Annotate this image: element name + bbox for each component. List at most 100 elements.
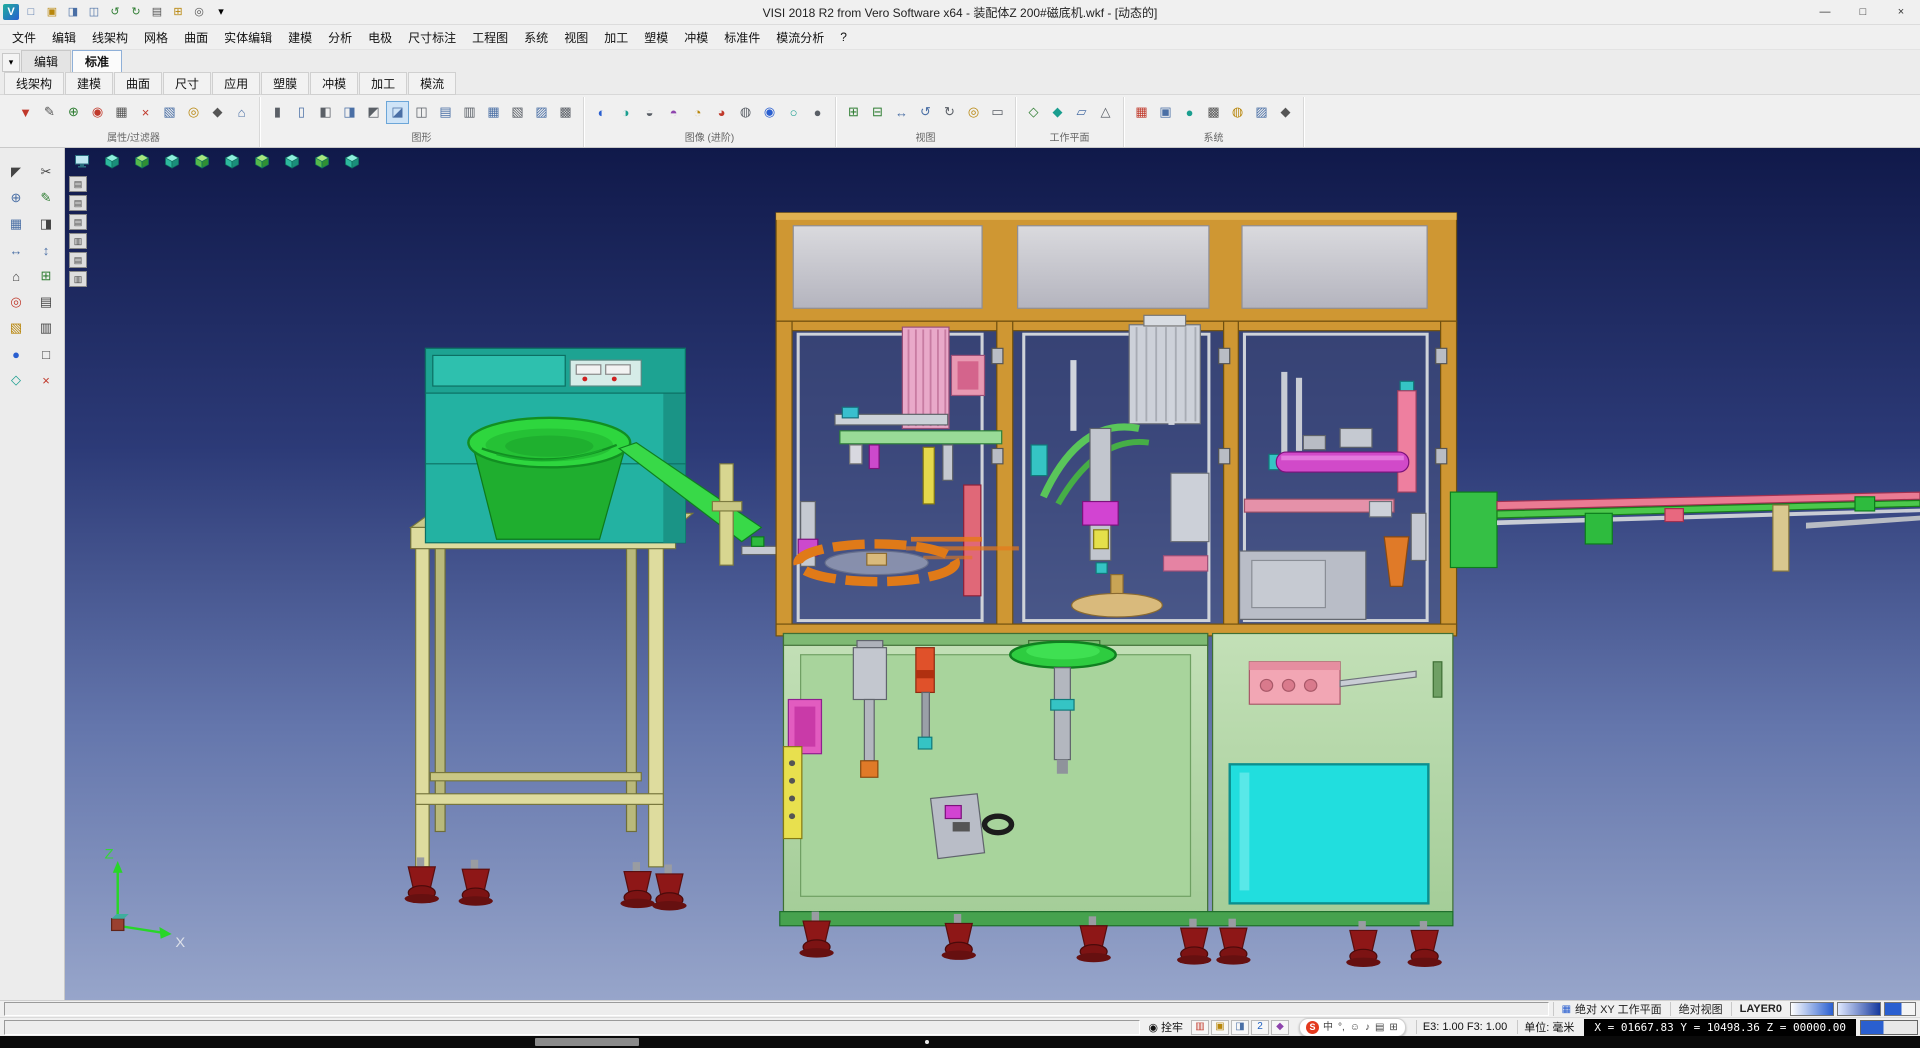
workplane-indicator[interactable]: ▦ 绝对 XY 工作平面 bbox=[1553, 1002, 1670, 1016]
wireframe-mode-icon[interactable]: ◐ bbox=[590, 101, 613, 124]
options-icon[interactable]: ◎ bbox=[189, 2, 209, 22]
show-groups-icon[interactable]: ▥ bbox=[458, 101, 481, 124]
move-h-icon[interactable]: ↔ bbox=[3, 238, 29, 262]
trim-icon[interactable]: ✂ bbox=[33, 160, 59, 184]
show-surfaces-icon[interactable]: ◩ bbox=[362, 101, 385, 124]
open-file-icon[interactable]: ▣ bbox=[42, 2, 62, 22]
background-icon[interactable]: ◉ bbox=[758, 101, 781, 124]
filter-all-icon[interactable]: ⌂ bbox=[230, 101, 253, 124]
menu-item[interactable]: 编辑 bbox=[44, 26, 84, 49]
hatch-icon[interactable]: ▧ bbox=[3, 316, 29, 340]
target-icon[interactable]: ◎ bbox=[3, 290, 29, 314]
rotate-view-icon[interactable]: ↺ bbox=[914, 101, 937, 124]
point-icon[interactable]: ● bbox=[3, 342, 29, 366]
menu-item[interactable]: ? bbox=[832, 27, 855, 47]
transparency-icon[interactable]: ◓ bbox=[662, 101, 685, 124]
category-tab[interactable]: 尺寸 bbox=[163, 72, 211, 95]
menu-item[interactable]: 冲模 bbox=[676, 26, 716, 49]
filter-clear-icon[interactable]: × bbox=[134, 101, 157, 124]
attribute-select-icon[interactable]: ▼ bbox=[14, 101, 37, 124]
tab-dropdown-icon[interactable]: ▾ bbox=[2, 53, 20, 72]
show-all-icon[interactable]: ▩ bbox=[554, 101, 577, 124]
shadow-icon[interactable]: ◍ bbox=[734, 101, 757, 124]
attribute-paint-icon[interactable]: ◉ bbox=[86, 101, 109, 124]
diamond-icon[interactable]: ◇ bbox=[3, 368, 29, 392]
grid-settings-icon[interactable]: ▩ bbox=[1202, 101, 1225, 124]
view-top-icon[interactable] bbox=[249, 150, 275, 172]
ime-toolbox-icon[interactable]: ⊞ bbox=[1388, 1021, 1398, 1034]
color-ramp-swatch-1[interactable] bbox=[1790, 1002, 1834, 1016]
category-tab[interactable]: 模流 bbox=[408, 72, 456, 95]
render-icon[interactable]: ● bbox=[806, 101, 829, 124]
menu-item[interactable]: 塑模 bbox=[636, 26, 676, 49]
toolbar-options-dropdown-icon[interactable]: ▾ bbox=[211, 2, 231, 22]
side-tool-1[interactable]: ▤ bbox=[69, 176, 87, 192]
add-icon[interactable]: ⊞ bbox=[33, 264, 59, 288]
category-tab[interactable]: 应用 bbox=[212, 72, 260, 95]
menu-item[interactable]: 加工 bbox=[596, 26, 636, 49]
zoom-fit-icon[interactable]: ⊞ bbox=[842, 101, 865, 124]
dynamic-view-icon[interactable]: ◎ bbox=[962, 101, 985, 124]
lock-toggle[interactable]: ◉ 拴牢 bbox=[1144, 1019, 1187, 1035]
zoom-window-icon[interactable]: ⊟ bbox=[866, 101, 889, 124]
table-icon[interactable]: ▥ bbox=[33, 316, 59, 340]
category-tab[interactable]: 塑膜 bbox=[261, 72, 309, 95]
view-iso-right-icon[interactable] bbox=[339, 150, 365, 172]
show-mesh-icon[interactable]: ◫ bbox=[410, 101, 433, 124]
screen-config-icon[interactable]: ▣ bbox=[1154, 101, 1177, 124]
show-curves-icon[interactable]: ◨ bbox=[338, 101, 361, 124]
preferences-icon[interactable]: ◆ bbox=[1274, 101, 1297, 124]
show-layers-icon[interactable]: ▤ bbox=[434, 101, 457, 124]
view-bottom-icon[interactable] bbox=[279, 150, 305, 172]
show-dims-icon[interactable]: ▦ bbox=[482, 101, 505, 124]
view-iso-left-icon[interactable] bbox=[309, 150, 335, 172]
workplane-xy-icon[interactable]: ◇ bbox=[1022, 101, 1045, 124]
workplane-3pt-icon[interactable]: ▱ bbox=[1070, 101, 1093, 124]
show-solids-icon[interactable]: ◪ bbox=[386, 101, 409, 124]
menu-item[interactable]: 尺寸标注 bbox=[400, 26, 464, 49]
menu-item[interactable]: 工程图 bbox=[464, 26, 516, 49]
view-right-icon[interactable] bbox=[219, 150, 245, 172]
show-arcs-icon[interactable]: ◧ bbox=[314, 101, 337, 124]
palette-icon[interactable]: ◆ bbox=[1271, 1020, 1289, 1035]
workplane-align-icon[interactable]: ◆ bbox=[1046, 101, 1069, 124]
category-tab[interactable]: 线架构 bbox=[4, 72, 64, 95]
sogou-logo-icon[interactable]: S bbox=[1306, 1021, 1319, 1034]
side-tool-3[interactable]: ▤ bbox=[69, 214, 87, 230]
save-all-icon[interactable]: ◫ bbox=[84, 2, 104, 22]
add-element-icon[interactable]: ⊞ bbox=[168, 2, 188, 22]
snapshot-icon[interactable]: ○ bbox=[782, 101, 805, 124]
category-tab[interactable]: 建模 bbox=[65, 72, 113, 95]
view-front-icon[interactable] bbox=[129, 150, 155, 172]
lights-icon[interactable]: ◕ bbox=[710, 101, 733, 124]
menu-item[interactable]: 分析 bbox=[320, 26, 360, 49]
ribbon-tab[interactable]: 编辑 bbox=[21, 50, 71, 72]
redline-icon[interactable]: ▥ bbox=[1191, 1020, 1209, 1035]
layer-selector[interactable]: LAYER0 bbox=[1731, 1002, 1790, 1016]
ime-keyboard-icon[interactable]: ▤ bbox=[1374, 1021, 1385, 1034]
side-tool-5[interactable]: ▤ bbox=[69, 252, 87, 268]
mask-icon[interactable]: ◨ bbox=[1231, 1020, 1249, 1035]
materials-icon[interactable]: ◔ bbox=[686, 101, 709, 124]
filter-layer-icon[interactable]: ▧ bbox=[158, 101, 181, 124]
side-tool-6[interactable]: ▥ bbox=[69, 271, 87, 287]
ribbon-tab[interactable]: 标准 bbox=[72, 50, 122, 72]
iso-view-icon[interactable]: ▭ bbox=[986, 101, 1009, 124]
filter-mask-icon[interactable]: ▦ bbox=[110, 101, 133, 124]
close-button[interactable]: × bbox=[1882, 1, 1920, 24]
side-tool-4[interactable]: ▥ bbox=[69, 233, 87, 249]
view-iso-icon[interactable] bbox=[99, 150, 125, 172]
select-icon[interactable]: ◤ bbox=[3, 160, 29, 184]
attribute-edit-icon[interactable]: ✎ bbox=[38, 101, 61, 124]
viewport-3d[interactable]: Z X bbox=[65, 148, 1920, 1000]
grid-icon[interactable]: ▦ bbox=[3, 212, 29, 236]
view-left-icon[interactable] bbox=[189, 150, 215, 172]
ime-mic-icon[interactable]: ♪ bbox=[1364, 1021, 1371, 1034]
undo-icon[interactable]: ↺ bbox=[105, 2, 125, 22]
capture-icon[interactable]: ▣ bbox=[1211, 1020, 1229, 1035]
minimize-button[interactable]: — bbox=[1806, 1, 1844, 24]
ime-lang-toggle[interactable]: 中 bbox=[1322, 1021, 1334, 1034]
menu-item[interactable]: 标准件 bbox=[716, 26, 768, 49]
save-icon[interactable]: ◨ bbox=[63, 2, 83, 22]
delete-icon[interactable]: × bbox=[33, 368, 59, 392]
